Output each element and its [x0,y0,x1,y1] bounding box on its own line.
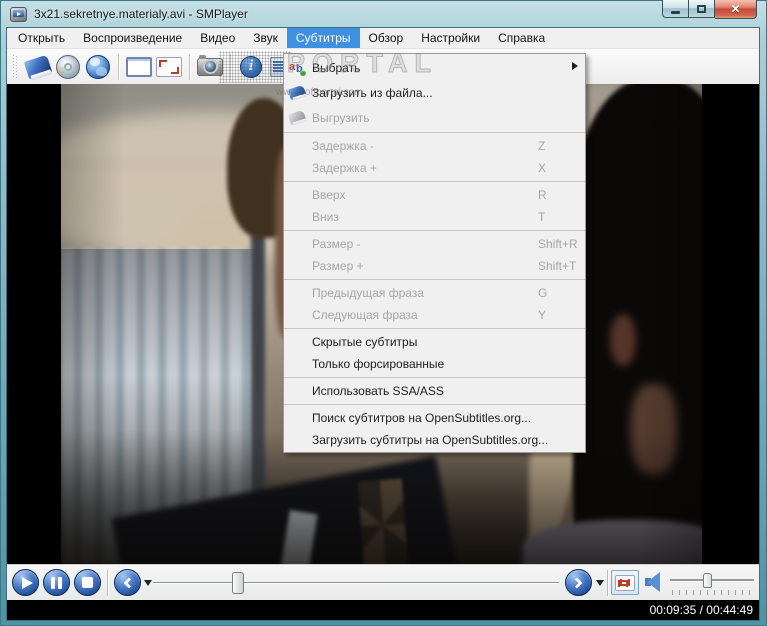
submenu-arrow-icon [572,62,578,70]
open-disc-button[interactable] [53,52,83,82]
open-file-button[interactable] [23,52,53,82]
toolbar-separator [189,53,190,80]
menu-item-down[interactable]: Вниз T [284,206,585,228]
open-url-button[interactable] [83,52,113,82]
stop-button[interactable] [74,569,101,596]
forward-menu-arrow[interactable] [596,580,604,586]
rewind-menu-arrow[interactable] [144,580,152,586]
forward-button[interactable] [565,569,592,596]
volume-ticks [672,590,752,595]
subtitles-menu: ab Выбрать Загрузить из файла... Выгрузи… [283,53,586,453]
minimize-icon [671,10,680,14]
toolbar-drag-handle[interactable] [13,54,18,79]
fullscreen-button[interactable] [154,52,184,82]
menu-separator [284,230,585,231]
window-title: 3x21.sekretnye.materialy.avi - SMPlayer [34,7,248,21]
play-button[interactable] [12,569,39,596]
menu-separator [284,377,585,378]
time-display: 00:09:35 / 00:44:49 [649,603,753,617]
menu-item-size-plus[interactable]: Размер + Shift+T [284,255,585,277]
menu-item-closed-captions[interactable]: Скрытые субтитры [284,331,585,353]
shortcut-label: T [538,210,546,224]
menu-item-delay-minus[interactable]: Задержка - Z [284,135,585,157]
menu-item-find-subtitles[interactable]: Поиск субтитров на OpenSubtitles.org... [284,407,585,429]
window-icon [126,56,152,77]
menu-item-size-minus[interactable]: Размер - Shift+R [284,233,585,255]
controlbar-separator [607,570,608,596]
shortcut-label: Shift+R [538,237,578,251]
menu-item-load-from-file[interactable]: Загрузить из файла... [284,80,585,105]
pause-button[interactable] [43,569,70,596]
menubar-item-play[interactable]: Воспроизведение [74,28,191,48]
disc-icon [56,54,80,79]
volume-icon[interactable] [645,572,663,592]
app-icon [10,6,27,22]
menu-separator [284,181,585,182]
menubar-item-help[interactable]: Справка [489,28,554,48]
menubar-item-options[interactable]: Настройки [412,28,489,48]
menu-separator [284,279,585,280]
volume-slider[interactable] [670,573,754,597]
subtitle-select-icon: ab [288,59,306,77]
menubar-item-browse[interactable]: Обзор [360,28,413,48]
volume-groove [670,579,754,581]
menu-item-delay-plus[interactable]: Задержка + X [284,157,585,179]
controlbar-separator [107,570,108,596]
close-button[interactable]: ✕ [715,0,757,19]
maximize-icon [697,4,706,13]
menu-item-unload[interactable]: Выгрузить [284,105,585,130]
shortcut-label: G [538,286,548,300]
menu-item-previous-line[interactable]: Предыдущая фраза G [284,282,585,304]
status-bar: 00:09:35 / 00:44:49 [7,600,759,620]
maximize-button[interactable] [689,0,715,18]
fullscreen-icon [615,574,635,591]
menubar-item-subtitles[interactable]: Субтитры [286,28,360,48]
caption-buttons: ✕ [662,0,757,19]
menu-item-forced-only[interactable]: Только форсированные [284,353,585,375]
shortcut-label: X [538,161,547,175]
toolbar-separator [118,53,119,80]
pause-icon [51,576,62,589]
fullscreen-icon [156,56,182,77]
menu-separator [284,404,585,405]
globe-icon [86,54,110,79]
rewind-icon [123,576,135,589]
book-icon [287,84,307,102]
titlebar[interactable]: 3x21.sekretnye.materialy.avi - SMPlayer [0,0,767,28]
book-gray-icon [287,109,307,127]
rewind-button[interactable] [114,569,141,596]
seek-slider[interactable] [153,565,559,601]
stop-icon [82,577,93,588]
smplayer-window: 3x21.sekretnye.materialy.avi - SMPlayer … [0,0,767,626]
menu-item-use-ssa-ass[interactable]: Использовать SSA/ASS [284,380,585,402]
menu-item-up[interactable]: Вверх R [284,184,585,206]
play-icon [21,576,33,589]
minimize-button[interactable] [662,0,689,18]
shortcut-label: Z [538,139,546,153]
menubar-item-video[interactable]: Видео [191,28,244,48]
shortcut-label: Y [538,308,547,322]
compact-mode-button[interactable] [124,52,154,82]
open-file-icon [23,54,53,81]
seek-groove [153,582,559,583]
control-bar [7,564,759,600]
volume-handle[interactable] [703,573,712,588]
fullscreen-toggle-button[interactable] [611,570,639,595]
menubar-item-audio[interactable]: Звук [244,28,287,48]
menu-separator [284,132,585,133]
shortcut-label: R [538,188,547,202]
menubar: Открыть Воспроизведение Видео Звук Субти… [7,28,759,49]
menu-item-select[interactable]: ab Выбрать [284,55,585,80]
seek-handle[interactable] [232,572,244,594]
menu-separator [284,328,585,329]
forward-icon [571,576,583,589]
menu-item-upload-subtitles[interactable]: Загрузить субтитры на OpenSubtitles.org.… [284,429,585,451]
close-icon: ✕ [730,2,741,16]
menu-item-next-line[interactable]: Следующая фраза Y [284,304,585,326]
shortcut-label: Shift+T [538,259,577,273]
watermark-dots [219,51,291,83]
menubar-item-open[interactable]: Открыть [9,28,74,48]
